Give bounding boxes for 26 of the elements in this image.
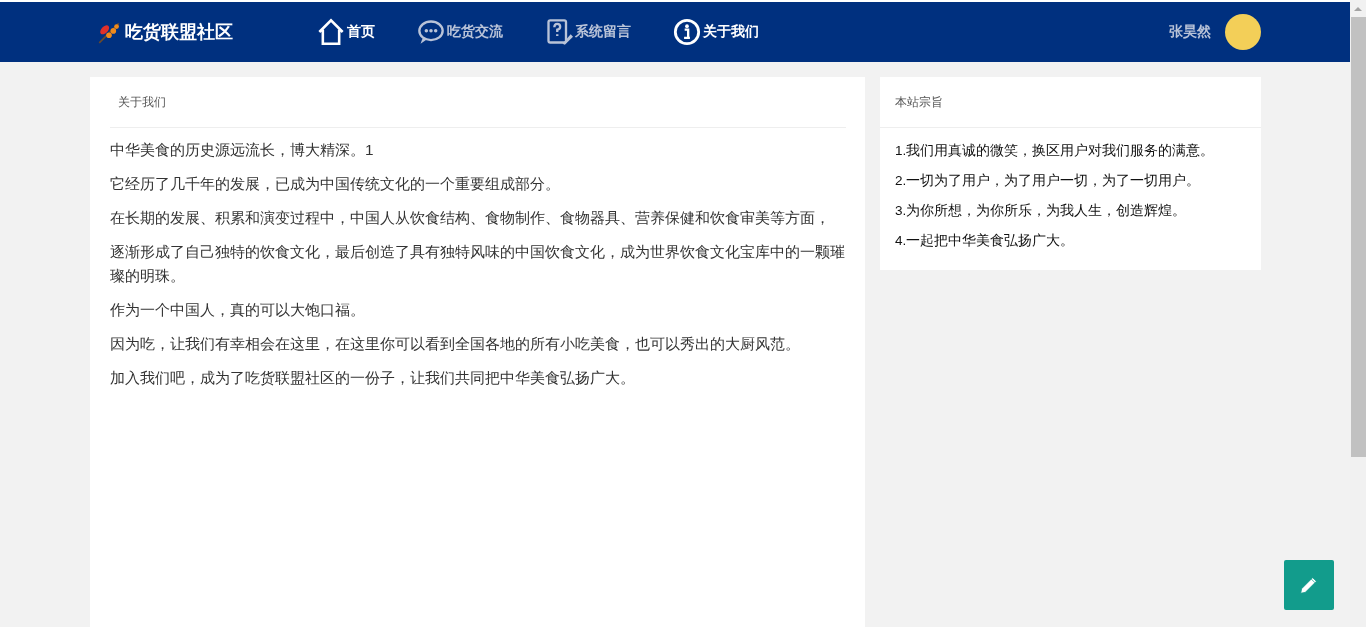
nav-link[interactable]: 关于我们 bbox=[673, 18, 759, 46]
paragraph: 逐渐形成了自己独特的饮食文化，最后创造了具有独特风味的中国饮食文化，成为世界饮食文化宝库中的一颗璀璨的明珠。 bbox=[110, 242, 846, 286]
nav-link[interactable]: 首页 bbox=[317, 18, 375, 46]
edit-button[interactable] bbox=[1284, 560, 1334, 610]
paragraph: 中华美食的历史源远流长，博大精深。1 bbox=[110, 140, 375, 160]
list-item: 4.一起把中华美食弘扬广大。 bbox=[895, 232, 1076, 250]
list-item: 2.一切为了用户，为了用户一切，为了一切用户。 bbox=[895, 172, 1202, 190]
card-title: 本站宗旨 bbox=[880, 77, 1261, 128]
site-logo-text[interactable]: 吃货联盟社区 bbox=[125, 20, 233, 44]
list-item: 3.为你所想，为你所乐，为我人生，创造辉煌。 bbox=[895, 202, 1188, 220]
card-title: 关于我们 bbox=[110, 77, 846, 128]
user-name[interactable]: 张昊然 bbox=[1169, 23, 1211, 41]
paragraph: 在长期的发展、积累和演变过程中，中国人从饮食结构、食物制作、食物器具、营养保健和饮食审美等方面， bbox=[110, 208, 831, 228]
nav-link[interactable]: 吃货交流 bbox=[417, 18, 503, 46]
list-item: 1.我们用真诚的微笑，换区用户对我们服务的满意。 bbox=[895, 142, 1216, 160]
paragraph: 加入我们吧，成为了吃货联盟社区的一份子，让我们共同把中华美食弘扬广大。 bbox=[110, 368, 636, 388]
paragraph: 作为一个中国人，真的可以大饱口福。 bbox=[110, 300, 366, 320]
paragraph: 它经历了几千年的发展，已成为中国传统文化的一个重要组成部分。 bbox=[110, 174, 561, 194]
paragraph: 因为吃，让我们有幸相会在这里，在这里你可以看到全国各地的所有小吃美食，也可以秀出的大厨风范。 bbox=[110, 334, 801, 354]
chat-bubble-icon bbox=[417, 18, 445, 46]
info-icon bbox=[673, 18, 701, 46]
avatar[interactable] bbox=[1225, 14, 1261, 50]
pencil-icon bbox=[1298, 574, 1320, 596]
question-note-icon bbox=[545, 18, 573, 46]
home-icon bbox=[317, 18, 345, 46]
nav-link[interactable]: 系统留言 bbox=[545, 18, 631, 46]
